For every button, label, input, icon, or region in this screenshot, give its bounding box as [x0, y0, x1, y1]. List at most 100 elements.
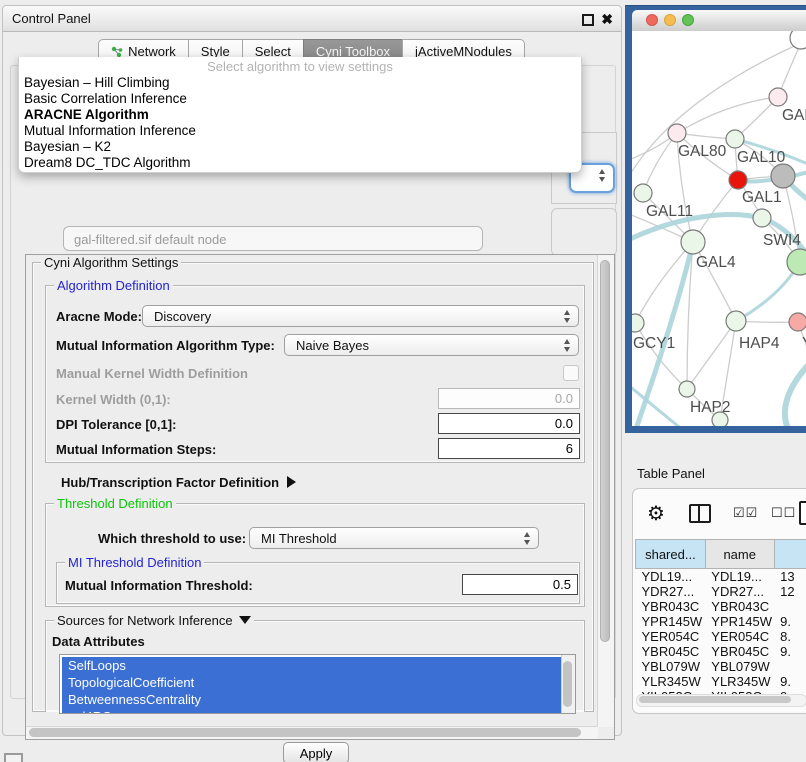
- which-threshold-label: Which threshold to use:: [98, 531, 246, 546]
- column-header-name[interactable]: name: [705, 540, 774, 569]
- network-node-hap2[interactable]: [679, 381, 695, 397]
- network-collection-combo-value: gal-filtered.sif default node: [74, 232, 226, 247]
- network-node[interactable]: [771, 164, 795, 188]
- sources-title[interactable]: Sources for Network Inference: [54, 613, 254, 628]
- mi-threshold-input[interactable]: [462, 574, 578, 595]
- algorithm-option-aracne-algorithm[interactable]: ARACNE Algorithm: [19, 107, 581, 123]
- network-node-gal11[interactable]: [634, 184, 652, 202]
- network-node-label: GCY1: [633, 335, 675, 352]
- deselect-all-checkboxes-icon[interactable]: ☐☐: [771, 505, 796, 521]
- spinner-arrows-icon: [564, 339, 571, 352]
- network-node-gal10[interactable]: [726, 130, 744, 148]
- network-node-gal[interactable]: [769, 88, 787, 106]
- algorithm-dropdown: Select algorithm to view settings Bayesi…: [18, 57, 582, 173]
- network-node-label: SWI4: [763, 232, 801, 249]
- attribute-item-selfloops[interactable]: SelfLoops: [62, 657, 561, 674]
- settings-horizontal-scrollbar[interactable]: [26, 726, 598, 739]
- network-edge[interactable]: [687, 321, 736, 389]
- network-node-label: HAP4: [739, 335, 780, 352]
- algorithm-option-mutual-information-inference[interactable]: Mutual Information Inference: [19, 123, 581, 139]
- network-node[interactable]: [729, 171, 747, 189]
- settings-vscroll-thumb[interactable]: [600, 260, 610, 642]
- apply-button[interactable]: Apply: [283, 742, 349, 762]
- table-hscroll-thumb[interactable]: [639, 696, 791, 703]
- dpi-tolerance-input[interactable]: [438, 413, 580, 434]
- document-icon[interactable]: [799, 501, 806, 525]
- network-node[interactable]: [712, 412, 728, 426]
- algorithm-option-bayesian-k2[interactable]: Bayesian – K2: [19, 139, 581, 155]
- table-cell: YDL19...: [636, 569, 706, 585]
- column-header-shared...[interactable]: shared...: [636, 540, 706, 569]
- attribute-item-gal4rgexp[interactable]: gal4RGexp: [62, 708, 561, 714]
- network-node-y[interactable]: [789, 313, 806, 331]
- table-row[interactable]: YDR27...YDR27...12: [636, 584, 806, 599]
- attribute-item-topologicalcoefficient[interactable]: TopologicalCoefficient: [62, 674, 561, 691]
- gear-icon[interactable]: ⚙: [647, 501, 665, 526]
- network-edge[interactable]: [677, 97, 778, 133]
- data-attributes-list[interactable]: SelfLoopsTopologicalCoefficientBetweenne…: [59, 654, 576, 714]
- aracne-mode-label: Aracne Mode:: [56, 309, 142, 324]
- table-cell: YBR045C: [636, 644, 706, 659]
- table-cell: YPR145W: [636, 614, 706, 629]
- table-cell: YBR043C: [636, 599, 706, 614]
- table-row[interactable]: YDL19...YDL19...13: [636, 569, 806, 585]
- close-icon[interactable]: ✖: [601, 6, 613, 32]
- algorithm-option-dream8-dc-tdc-algorithm[interactable]: Dream8 DC_TDC Algorithm: [19, 155, 581, 171]
- table-header-row: shared...name: [636, 540, 806, 569]
- table-cell: YBR045C: [705, 644, 774, 659]
- obscured-groupbox-fragment-2: [551, 208, 617, 256]
- network-canvas[interactable]: GALGAL80GAL10GAL1GAL11SWI4GAL4GCY1HAP4YH…: [632, 31, 806, 426]
- network-node-label: Y: [802, 335, 806, 352]
- select-all-checkboxes-icon[interactable]: ☑☑: [733, 505, 758, 521]
- algorithm-option-basic-correlation-inference[interactable]: Basic Correlation Inference: [19, 91, 581, 107]
- network-edge[interactable]: [643, 133, 677, 193]
- network-node-gal4[interactable]: [681, 230, 705, 254]
- table-cell: YPR145W: [705, 614, 774, 629]
- kernel-width-input[interactable]: [438, 388, 580, 409]
- cyni-settings-scrollpane: Cyni Algorithm Settings Algorithm Defini…: [25, 254, 615, 740]
- table-cell: [774, 599, 806, 614]
- float-window-icon[interactable]: [582, 14, 594, 26]
- zoom-traffic-light[interactable]: [682, 14, 694, 26]
- algorithm-option-bayesian-hill-climbing[interactable]: Bayesian – Hill Climbing: [19, 75, 581, 91]
- network-node-label: GAL10: [737, 149, 786, 166]
- attributes-scrollbar[interactable]: [561, 655, 575, 713]
- network-node-hap4[interactable]: [726, 311, 746, 331]
- settings-hscroll-thumb[interactable]: [29, 728, 581, 737]
- table-row[interactable]: YLR345WYLR345W9.: [636, 674, 806, 689]
- aracne-mode-combo[interactable]: Discovery: [142, 305, 579, 327]
- columns-icon[interactable]: [689, 504, 711, 523]
- mi-steps-input[interactable]: [438, 438, 580, 459]
- table-horizontal-scrollbar[interactable]: [636, 694, 806, 707]
- column-header-clipped[interactable]: [774, 540, 806, 569]
- network-node-swi4[interactable]: [787, 249, 806, 275]
- hub-definition-toggle[interactable]: Hub/Transcription Factor Definition: [61, 475, 296, 490]
- control-panel-titlebar: Control Panel ✖: [3, 6, 621, 32]
- mi-type-combo[interactable]: Naive Bayes: [284, 334, 579, 356]
- algorithm-definition-group: Algorithm Definition Aracne Mode: Discov…: [45, 285, 585, 463]
- network-node-gcy1[interactable]: [632, 314, 644, 332]
- table-row[interactable]: YBR043CYBR043C: [636, 599, 806, 614]
- manual-kernel-checkbox[interactable]: [563, 365, 579, 381]
- control-panel-title: Control Panel: [12, 11, 91, 26]
- minimize-traffic-light[interactable]: [664, 14, 676, 26]
- which-threshold-combo[interactable]: MI Threshold: [249, 527, 539, 549]
- table-row[interactable]: YER054CYER054C8.: [636, 629, 806, 644]
- table-cell: YDL19...: [705, 569, 774, 585]
- attribute-item-betweennesscentrality[interactable]: BetweennessCentrality: [62, 691, 561, 708]
- cyni-algorithm-settings-title: Cyni Algorithm Settings: [41, 255, 181, 270]
- network-collection-combo[interactable]: gal-filtered.sif default node: [63, 226, 483, 251]
- attributes-scrollbar-thumb[interactable]: [563, 661, 572, 707]
- table-row[interactable]: YBR045CYBR045C9.: [636, 644, 806, 659]
- network-edge-highlighted[interactable]: [785, 361, 806, 426]
- which-threshold-value: MI Threshold: [261, 531, 337, 546]
- settings-vertical-scrollbar[interactable]: [597, 255, 614, 727]
- table-cell: YER054C: [636, 629, 706, 644]
- network-node-gal80[interactable]: [668, 124, 686, 142]
- table-row[interactable]: YBL079WYBL079W: [636, 659, 806, 674]
- network-node-gal1[interactable]: [753, 209, 771, 227]
- table-row[interactable]: YPR145WYPR145W9.: [636, 614, 806, 629]
- expanded-arrow-icon: [239, 616, 251, 624]
- close-traffic-light[interactable]: [646, 14, 658, 26]
- mi-steps-label: Mutual Information Steps:: [56, 442, 216, 457]
